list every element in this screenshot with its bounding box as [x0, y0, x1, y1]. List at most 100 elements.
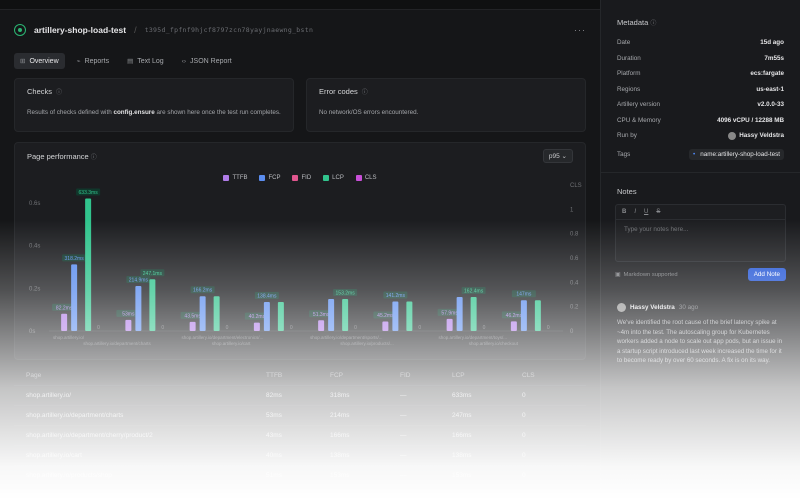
- cell-fid: —: [400, 412, 407, 419]
- tab-reports[interactable]: ⌁ Reports: [71, 53, 115, 69]
- code-icon: ‹›: [181, 57, 187, 65]
- data-label: 318.2ms: [65, 256, 85, 262]
- cell-lcp: 166ms: [452, 432, 472, 439]
- y-tick-label: 0.2s: [29, 286, 40, 292]
- document-icon: ▤: [127, 58, 134, 65]
- bar-fcp: [199, 296, 206, 331]
- performance-chart: 0.6s 0.4s 0.2s 0s CLS 1 0.8 0.6 0.4 0.2 0 82.2ms 318…: [29, 183, 582, 346]
- data-label: 166.2ms: [193, 288, 213, 294]
- notes-editor[interactable]: B I U S Type your notes here...: [615, 204, 786, 262]
- notes-input[interactable]: Type your notes here...: [616, 220, 785, 239]
- bar-lcp: [534, 300, 541, 331]
- cell-fcp: 318ms: [330, 392, 350, 399]
- editor-toolbar: B I U S: [616, 205, 785, 220]
- tag-pill[interactable]: name:artillery-shop-load-test: [688, 148, 784, 160]
- italic-button[interactable]: I: [634, 209, 636, 215]
- cell-cls: 0: [522, 432, 526, 439]
- y-tick-label: 0.6s: [29, 201, 40, 207]
- x-tick-label: shop.artillery.io/department/charts: [83, 341, 151, 346]
- meta-value: 15d ago: [760, 39, 784, 47]
- cell-fcp: 166ms: [330, 432, 350, 439]
- cls-label: 0: [290, 325, 293, 331]
- cell-ttfb: 51ms: [266, 472, 282, 479]
- app-root: artillery-shop-load-test / t395d_fpfnf9h…: [0, 0, 800, 500]
- x-tick-label: shop.artillery.io/products/...: [340, 341, 393, 346]
- markdown-hint: ▣ Markdown supported: [615, 272, 678, 278]
- meta-row-regions: Regions us-east-1: [601, 82, 800, 98]
- cell-cls: 0: [522, 392, 526, 399]
- checks-description: Results of checks defined with config.en…: [27, 108, 281, 117]
- bar-fcp: [71, 264, 78, 331]
- x-tick-label: shop.artillery.io/cart: [212, 341, 251, 346]
- table-row[interactable]: shop.artillery.io/department/cherry/prod…: [14, 426, 586, 446]
- meta-row-date: Date 15d ago: [601, 35, 800, 51]
- y-tick-label: 0.4s: [29, 244, 40, 250]
- top-bar: [0, 0, 600, 10]
- cell-cls: 0: [522, 452, 526, 459]
- add-note-button[interactable]: Add Note: [747, 268, 786, 281]
- bar-fcp: [392, 301, 399, 331]
- cell-lcp: 153ms: [452, 472, 472, 479]
- run-id: t395d_fpfnf9hjcf8797zcn78yayjnaewng_bstn: [144, 26, 314, 34]
- checks-text-after: are shown here once the test run complet…: [154, 109, 281, 116]
- meta-value: ecs:fargate: [750, 70, 784, 78]
- data-label: 147ms: [516, 292, 532, 298]
- cell-lcp: 138ms: [452, 452, 472, 459]
- performance-table: Page TTFB FCP FID LCP CLS shop.artillery…: [14, 366, 586, 486]
- notes-footer: ▣ Markdown supported Add Note: [615, 268, 786, 281]
- meta-row-artillery-version: Artillery version v2.0.0-33: [601, 97, 800, 113]
- header-ttfb: TTFB: [266, 372, 283, 379]
- help-icon[interactable]: ⓘ: [650, 21, 656, 27]
- more-options-icon[interactable]: ···: [574, 25, 586, 35]
- help-icon[interactable]: ⓘ: [362, 87, 368, 96]
- page-header: artillery-shop-load-test / t395d_fpfnf9h…: [14, 20, 586, 40]
- table-row[interactable]: shop.artillery.io/82ms 318ms — 633ms 0: [14, 386, 586, 406]
- error-codes-title-text: Error codes: [319, 87, 358, 96]
- help-icon[interactable]: ⓘ: [56, 87, 62, 96]
- checks-title: Checks ⓘ: [27, 87, 281, 96]
- cls-label: 0: [418, 325, 421, 331]
- table-row[interactable]: shop.artillery.io/cart 40ms 138ms — 138ms 0: [14, 446, 586, 466]
- x-tick-label: shop.artillery.io/: [53, 335, 85, 340]
- error-codes-text: No network/OS errors encountered.: [319, 109, 419, 116]
- checks-card: Checks ⓘ Results of checks defined with c…: [14, 78, 294, 132]
- data-label: 214.9ms: [129, 278, 149, 284]
- tab-text-log[interactable]: ▤ Text Log: [121, 53, 170, 69]
- header-lcp: LCP: [452, 372, 465, 379]
- checks-title-text: Checks: [27, 87, 53, 96]
- bar-ttfb: [510, 321, 517, 331]
- bar-fcp: [456, 297, 463, 331]
- meta-value: Hassy Veldstra: [728, 131, 784, 140]
- table-header-row: Page TTFB FCP FID LCP CLS: [14, 366, 586, 386]
- cell-cls: 0: [522, 412, 526, 419]
- table-row[interactable]: shop.artillery.io/products/shop 51ms 153ms…: [14, 466, 586, 486]
- tab-bar: ⊞ Overview ⌁ Reports ▤ Text Log ‹› JSON …: [14, 52, 586, 70]
- markdown-label: Markdown supported: [623, 271, 678, 278]
- tab-json-report[interactable]: ‹› JSON Report: [176, 54, 238, 69]
- data-label: 153.2ms: [336, 290, 356, 296]
- data-label: 45.2ms: [377, 313, 394, 319]
- table-row[interactable]: shop.artillery.io/department/charts 53ms 2…: [14, 406, 586, 426]
- bar-lcp: [85, 198, 92, 331]
- cell-fcp: 214ms: [330, 412, 350, 419]
- error-codes-title: Error codes ⓘ: [319, 87, 573, 96]
- y2-tick-label: 0: [570, 329, 574, 335]
- bold-button[interactable]: B: [622, 209, 626, 215]
- tab-label: Reports: [84, 57, 110, 65]
- strikethrough-button[interactable]: S: [656, 209, 660, 215]
- cell-page: shop.artillery.io/products/shop: [26, 472, 112, 479]
- cell-ttfb: 82ms: [266, 392, 282, 399]
- cell-page: shop.artillery.io/cart: [26, 452, 82, 459]
- meta-row-duration: Duration 7m55s: [601, 51, 800, 67]
- metadata-title-text: Metadata: [617, 18, 649, 27]
- tab-overview[interactable]: ⊞ Overview: [14, 53, 65, 69]
- data-label: 247.1ms: [143, 271, 163, 277]
- data-label: 138.4ms: [257, 294, 277, 300]
- bar-fcp: [328, 298, 335, 331]
- meta-key: Tags: [617, 150, 631, 158]
- meta-key: Duration: [617, 54, 641, 62]
- underline-button[interactable]: U: [644, 209, 648, 215]
- bar-lcp: [470, 297, 477, 331]
- cell-lcp: 633ms: [452, 392, 472, 399]
- cell-lcp: 247ms: [452, 412, 472, 419]
